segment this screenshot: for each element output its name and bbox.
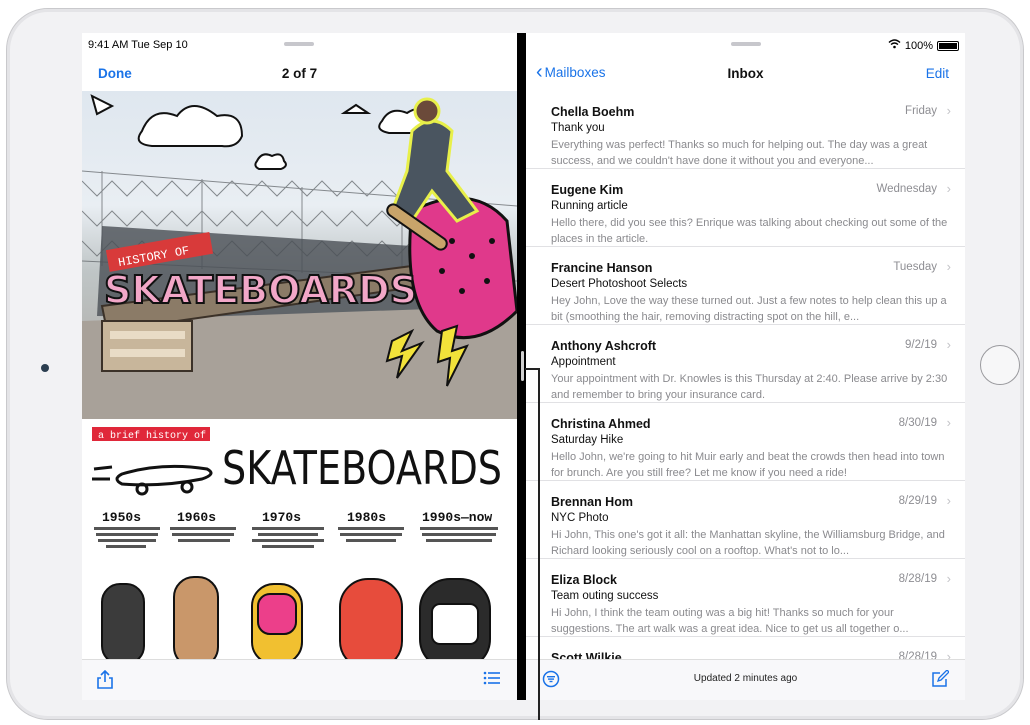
mail-item[interactable]: Eugene Kim Wednesday › Running article H… [526, 169, 965, 247]
mail-item[interactable]: Eliza Block 8/28/19 › Team outing succes… [526, 559, 965, 637]
battery-indicator: 100% [888, 39, 959, 52]
status-bar-left: 9:41 AM Tue Sep 10 [82, 33, 517, 55]
mail-subject: Running article [551, 200, 628, 212]
mail-sender: Scott Wilkie [551, 651, 622, 659]
mail-subject: Thank you [551, 122, 605, 134]
mail-date: 9/2/19 [905, 339, 937, 351]
left-navbar: Done 2 of 7 [82, 55, 517, 91]
mail-item[interactable]: Brennan Hom 8/29/19 › NYC Photo Hi John,… [526, 481, 965, 559]
skatepark-photo: HISTORY OF SKATEBOARDS [82, 91, 517, 419]
poster-panel: a brief history of SKATEBOARDS 1950s 196… [82, 419, 517, 659]
mail-date: Friday [905, 105, 937, 117]
mail-subject: Team outing success [551, 590, 659, 602]
list-icon[interactable] [483, 670, 501, 691]
mail-sender: Anthony Ashcroft [551, 339, 657, 353]
mail-item[interactable]: Christina Ahmed 8/30/19 › Saturday Hike … [526, 403, 965, 481]
skateboard-artwork[interactable]: HISTORY OF SKATEBOARDS a brief history o… [82, 91, 517, 659]
page-counter: 2 of 7 [281, 66, 318, 81]
mail-date: 8/30/19 [898, 417, 937, 429]
mail-sender: Christina Ahmed [551, 417, 651, 431]
chevron-right-icon: › [946, 415, 951, 430]
callout-line-horizontal [525, 368, 539, 370]
inbox-title: Inbox [727, 66, 764, 81]
era-1980s-year: 1980s [347, 510, 386, 525]
chevron-right-icon: › [946, 259, 951, 274]
mail-list[interactable]: Chella Boehm Friday › Thank you Everythi… [526, 91, 965, 659]
mail-subject: Saturday Hike [551, 434, 624, 446]
mail-toolbar: Updated 2 minutes ago [526, 659, 965, 700]
mail-preview: Hey John, Love the way these turned out.… [551, 295, 947, 323]
mail-preview: Your appointment with Dr. Knowles is thi… [551, 373, 948, 401]
mail-date: 8/28/19 [898, 651, 937, 659]
battery-icon [937, 40, 959, 51]
chevron-right-icon: › [946, 337, 951, 352]
skatepark-illustration: HISTORY OF SKATEBOARDS [82, 94, 517, 419]
callout-line-vertical [538, 368, 540, 720]
skateboard-sketch-icon [92, 464, 213, 496]
mail-date: 8/29/19 [898, 495, 937, 507]
split-view-divider-handle[interactable] [521, 351, 524, 381]
mail-sender: Chella Boehm [551, 105, 635, 119]
mail-preview: Everything was perfect! Thanks so much f… [551, 139, 928, 167]
status-time: 9:41 AM Tue Sep 10 [88, 39, 188, 51]
wifi-icon [888, 39, 901, 52]
left-toolbar [82, 659, 517, 700]
mail-sender: Francine Hanson [551, 261, 653, 275]
mail-subject: Appointment [551, 356, 616, 368]
left-pane-viewer: 9:41 AM Tue Sep 10 Done 2 of 7 HISTORY O… [82, 33, 517, 700]
mail-date: 8/28/19 [898, 573, 937, 585]
mail-sender: Eugene Kim [551, 183, 624, 197]
mail-date: Tuesday [893, 261, 937, 273]
chevron-right-icon: › [946, 103, 951, 118]
battery-percent: 100% [904, 39, 933, 52]
right-pane-mail: 100% ‹ Mailboxes Inbox Edit Chella Boehm… [526, 33, 965, 700]
era-1960s-year: 1960s [177, 510, 216, 525]
multitask-grabber-left[interactable] [284, 42, 314, 46]
mail-item[interactable]: Anthony Ashcroft 9/2/19 › Appointment Yo… [526, 325, 965, 403]
mail-date: Wednesday [876, 183, 937, 195]
edit-button[interactable]: Edit [926, 66, 949, 81]
chevron-right-icon: › [946, 493, 951, 508]
era-1990s-year: 1990s—now [422, 510, 492, 525]
mail-item[interactable]: Francine Hanson Tuesday › Desert Photosh… [526, 247, 965, 325]
chevron-right-icon: › [946, 571, 951, 586]
home-button[interactable] [980, 345, 1020, 385]
share-icon[interactable] [96, 669, 114, 695]
front-camera [41, 364, 49, 372]
ipad-screen: 9:41 AM Tue Sep 10 Done 2 of 7 HISTORY O… [82, 33, 965, 700]
mail-navbar: ‹ Mailboxes Inbox Edit [526, 55, 965, 91]
mail-item[interactable]: Chella Boehm Friday › Thank you Everythi… [526, 91, 965, 169]
mail-preview: Hi John, I think the team outing was a b… [551, 607, 909, 635]
mail-subject: Desert Photoshoot Selects [551, 278, 688, 290]
mail-item[interactable]: Scott Wilkie 8/28/19 › [526, 637, 965, 659]
mail-preview: Hello there, did you see this? Enrique w… [551, 217, 948, 245]
skateboards-big-text: SKATEBOARDS [104, 268, 417, 312]
multitask-grabber-right[interactable] [731, 42, 761, 46]
skateboards-headline: SKATEBOARDS [222, 441, 502, 495]
mail-sender: Brennan Hom [551, 495, 633, 509]
era-1950s-year: 1950s [102, 510, 141, 525]
mail-preview: Hi John, This one's got it all: the Manh… [551, 529, 945, 557]
compose-icon[interactable] [931, 669, 950, 693]
mail-subject: NYC Photo [551, 512, 609, 524]
era-1970s-year: 1970s [262, 510, 301, 525]
chevron-right-icon: › [946, 649, 951, 659]
brief-history-tag: a brief history of [98, 430, 206, 442]
mail-preview: Hello John, we're going to hit Muir earl… [551, 451, 945, 479]
mail-update-status: Updated 2 minutes ago [693, 673, 798, 684]
status-bar-right: 100% [526, 33, 965, 55]
chevron-right-icon: › [946, 181, 951, 196]
mail-sender: Eliza Block [551, 573, 617, 587]
poster-illustration: a brief history of SKATEBOARDS 1950s 196… [92, 427, 502, 659]
